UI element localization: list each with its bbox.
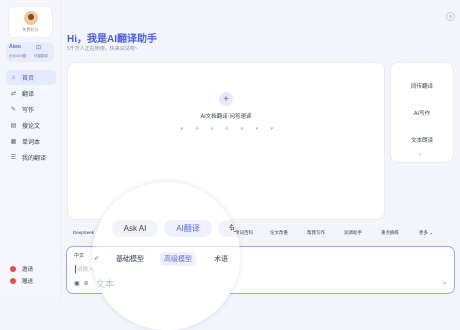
home-icon: ⌂ (11, 74, 16, 81)
sidebar-item-translate[interactable]: ⇄ 翻译 (6, 86, 56, 101)
model-terms[interactable]: 术语 (210, 252, 232, 266)
check-icon: ✓ (94, 256, 100, 262)
sidebar-item-label: 写作 (22, 108, 35, 114)
plus-icon[interactable]: + (219, 92, 233, 106)
feature-ai-writing[interactable]: AI写作 (391, 109, 453, 117)
tool-more[interactable]: 更多 ⌄ (419, 230, 433, 236)
file-format-icon: P (255, 126, 259, 131)
sidebar-item-home[interactable]: ⌂ 首页 (6, 70, 56, 85)
page-title: Hi，我是AI翻译助手 (67, 34, 157, 45)
sidebar-item-label: 我的翻译 (22, 156, 47, 162)
translate-icon: ⇄ (10, 91, 17, 97)
file-format-icon: P (240, 126, 244, 131)
gift-link[interactable]: 赠送 (10, 275, 33, 287)
attachment-icon[interactable]: ⊘ (84, 280, 89, 287)
invite-label: 邀请 (22, 267, 34, 273)
file-format-icon: P (270, 126, 274, 131)
upload-caption: AI文档翻译·问答速读 (200, 114, 252, 120)
sidebar-item-papers[interactable]: ▤ 搜论文 (6, 118, 56, 133)
sidebar-item-label: 单词本 (22, 140, 41, 146)
quick-features-panel: 同传翻译 AI写作 文本朗读 ⌄ (390, 62, 454, 163)
sidebar: 免费积分 Aiwo 优化AI问题 ⊡ 快捷翻译 ⌂ 首页 ⇄ 翻译 ✎ 写作 ▤… (0, 0, 61, 301)
tool-deepseek[interactable]: DeepSeek (73, 230, 94, 235)
chevron-down-icon[interactable]: ⌄ (418, 151, 422, 157)
image-icon[interactable]: ▣ (74, 280, 80, 287)
source-language-select[interactable]: 中文 (74, 252, 84, 259)
sidebar-item-my-translations[interactable]: ☰ 我的翻译 (6, 150, 56, 165)
tool-help-write[interactable]: 帮我写作 (307, 230, 325, 236)
screenshot-translate-sub: 快捷翻译 (34, 54, 48, 58)
model-advanced[interactable]: 高级模型 (160, 252, 196, 266)
settings-icon[interactable]: ⚙ (446, 12, 455, 21)
book-icon: ▦ (10, 139, 17, 145)
tool-summary[interactable]: 重点摘练 (381, 230, 399, 236)
tool-paper-rewrite[interactable]: 论文改重 (270, 230, 288, 236)
invite-icon (10, 266, 16, 272)
lens-placeholder: 文本 (96, 279, 115, 289)
sidebar-bottom: 邀请 赠送 (10, 263, 33, 287)
model-select-panel: ✓ 基础模型 高级模型 术语 文本 (92, 246, 240, 330)
sidebar-item-label: 搜论文 (22, 124, 41, 130)
input-tools: ▣ ⊘ (74, 280, 89, 287)
sidebar-item-label: 首页 (22, 76, 35, 82)
invite-link[interactable]: 邀请 (10, 263, 33, 275)
sidebar-item-writing[interactable]: ✎ 写作 (6, 102, 56, 117)
tab-ask-ai[interactable]: Ask AI (112, 220, 158, 237)
file-format-icon: P (195, 126, 199, 131)
file-format-icon: P (210, 126, 214, 131)
feature-simultaneous-translation[interactable]: 同传翻译 (391, 82, 453, 90)
aiwo-sub: 优化AI问题 (9, 54, 27, 58)
mini-tools[interactable]: Aiwo 优化AI问题 ⊡ 快捷翻译 (6, 42, 54, 62)
magnifier-overlay: Ask AI AI翻译 句 ✓ 基础模型 高级模型 术语 文本 (92, 182, 240, 330)
file-format-icon: P (180, 126, 184, 131)
file-format-icons: P P P P P P P (178, 126, 276, 132)
pen-icon: ✎ (10, 107, 17, 113)
feature-text-reading[interactable]: 文本朗读 (391, 136, 453, 144)
sidebar-nav: ⌂ 首页 ⇄ 翻译 ✎ 写作 ▤ 搜论文 ▦ 单词本 ☰ 我的翻译 (6, 70, 56, 166)
aiwo-label: Aiwo (9, 44, 21, 50)
tab-sentence[interactable]: 句 (218, 220, 240, 237)
gift-icon (10, 278, 16, 284)
screenshot-translate-icon[interactable]: ⊡ (36, 44, 41, 51)
tab-ai-translate[interactable]: AI翻译 (164, 220, 212, 237)
gift-label: 赠送 (22, 279, 34, 285)
document-upload-card[interactable]: + AI文档翻译·问答速读 P P P P P P P (67, 62, 385, 220)
sidebar-item-wordbook[interactable]: ▦ 单词本 (6, 134, 56, 149)
tool-polish[interactable]: 润调助手 (344, 230, 362, 236)
logo-card[interactable]: 免费积分 (8, 6, 53, 38)
avatar (23, 11, 38, 25)
model-basic[interactable]: 基础模型 (112, 252, 148, 266)
page-subtitle: 5千万人正在使用，快来试试吧~ (67, 46, 138, 52)
list-icon: ☰ (10, 155, 17, 161)
paper-icon: ▤ (10, 123, 17, 129)
file-format-icon: P (225, 126, 229, 131)
sidebar-item-label: 翻译 (22, 92, 35, 98)
logo-caption: 免费积分 (22, 27, 39, 32)
send-icon[interactable]: ➤ (442, 280, 447, 287)
